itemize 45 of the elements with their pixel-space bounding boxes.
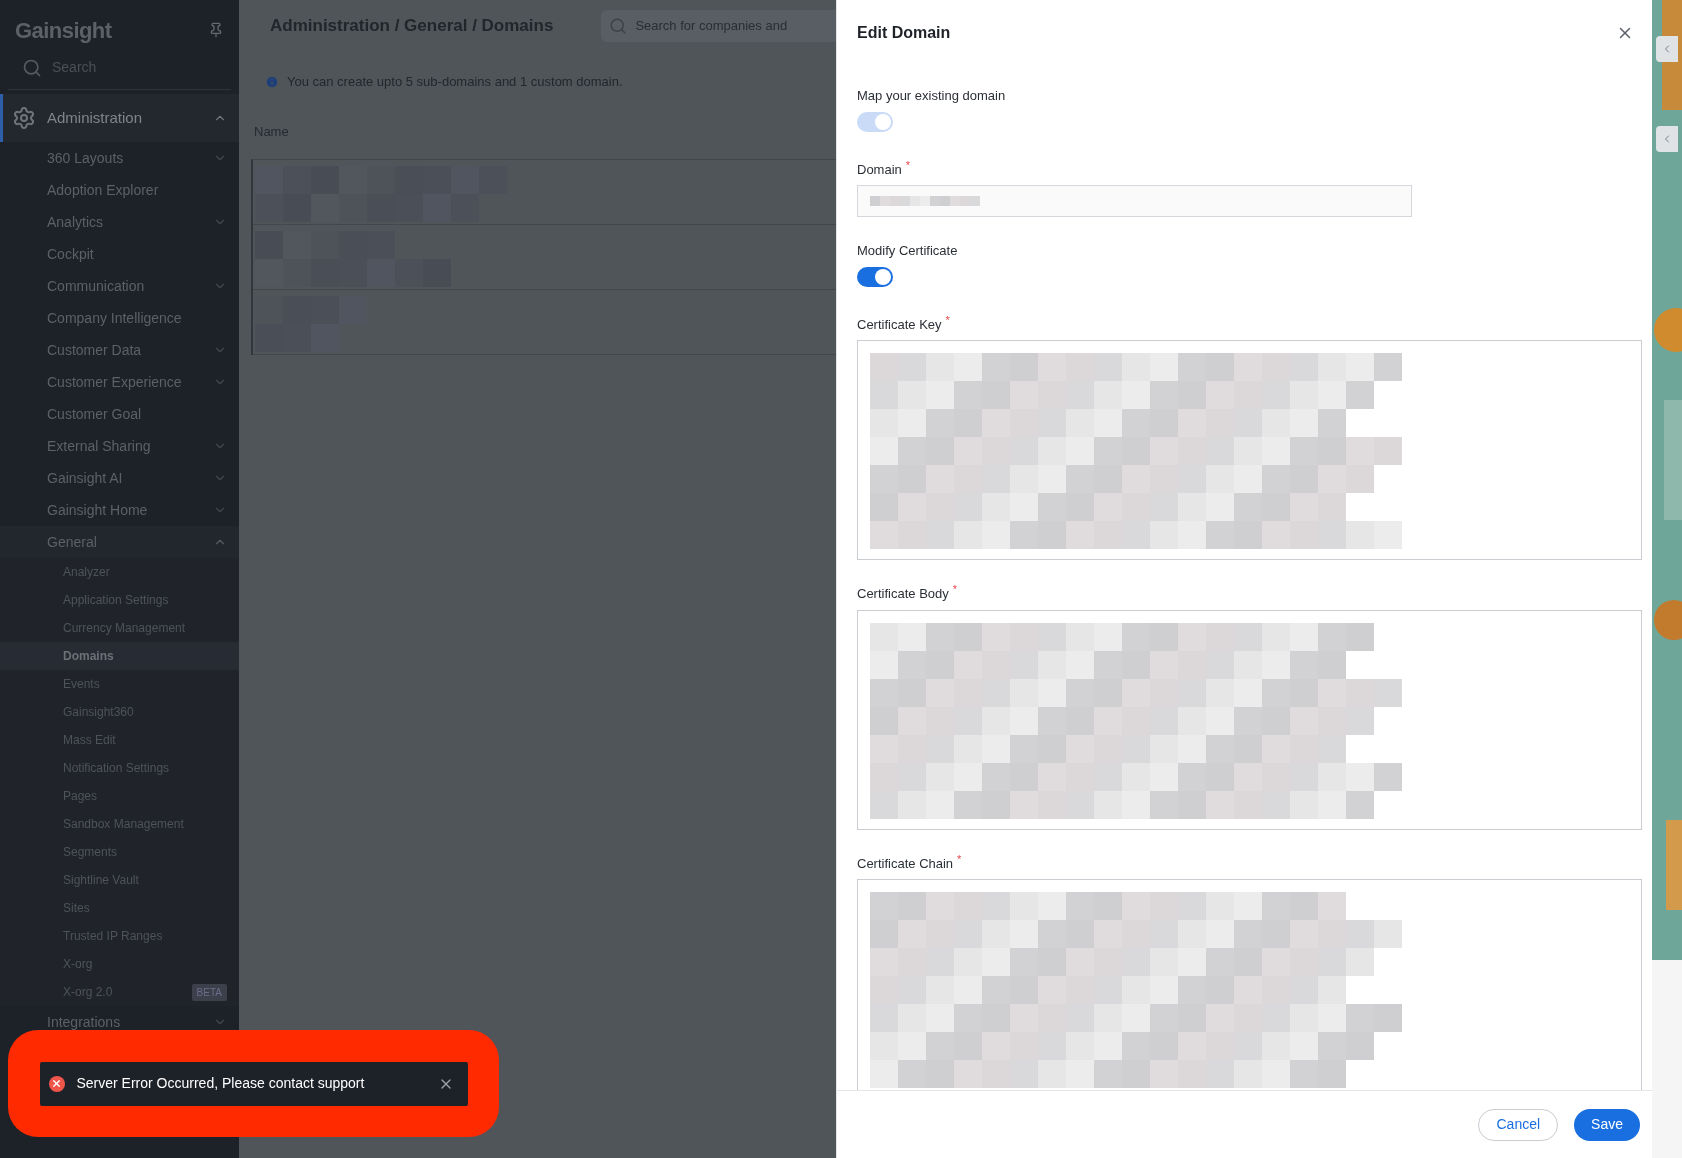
pin-icon[interactable] (208, 22, 224, 38)
search-icon (609, 17, 628, 35)
side-tab[interactable] (1656, 36, 1678, 62)
toast-message: Server Error Occurred, Please contact support (76, 1074, 366, 1093)
nav-item[interactable]: Cockpit (0, 238, 239, 270)
domain-input-field[interactable] (857, 185, 1412, 217)
nav-item[interactable]: Customer Experience (0, 366, 239, 398)
field-label: Modify Certificate (857, 242, 958, 260)
nav-item[interactable]: Gainsight AI (0, 462, 239, 494)
search-icon (22, 57, 42, 78)
required-asterisk: * (945, 314, 950, 326)
certificate-text-area[interactable] (857, 879, 1642, 1090)
nav-item[interactable]: General (0, 526, 239, 558)
required-asterisk: * (952, 584, 958, 595)
gear-icon (12, 106, 36, 130)
field-label: Certificate Chain (857, 854, 954, 873)
nav-item[interactable]: Adoption Explorer (0, 174, 239, 206)
field-label: Certificate Body (857, 585, 949, 603)
nav-item[interactable]: Integrations (0, 1006, 239, 1038)
field-label: Domain (857, 160, 902, 179)
required-asterisk: * (957, 853, 962, 865)
required-asterisk: * (905, 159, 911, 171)
save-button[interactable]: Save (1574, 1108, 1640, 1141)
panel-title: Edit Domain (857, 23, 951, 43)
beta-badge: BETA (191, 983, 227, 1001)
nav-item[interactable]: Company Intelligence (0, 302, 239, 334)
nav-item[interactable]: Customer Goal (0, 398, 239, 430)
certificate-text-area[interactable] (857, 609, 1642, 830)
field-label: Map your existing domain (857, 87, 1006, 105)
app-logo: Gainsight (15, 16, 112, 45)
section-label: Administration (47, 107, 144, 128)
info-icon (265, 74, 279, 89)
toggle-switch[interactable] (857, 266, 893, 287)
certificate-text-area[interactable] (857, 340, 1642, 560)
nav-item[interactable]: Analytics (0, 206, 239, 238)
field-label: Certificate Key (857, 315, 942, 334)
nav-item[interactable]: Customer Data (0, 334, 239, 366)
nav-item[interactable]: Gainsight Home (0, 494, 239, 526)
nav-item[interactable]: External Sharing (0, 430, 239, 462)
nav-subitem[interactable]: Domains (0, 642, 239, 670)
nav-item[interactable]: Communication (0, 270, 239, 302)
nav-item[interactable]: 360 Layouts (0, 142, 239, 174)
side-tab[interactable] (1656, 126, 1678, 152)
section-header[interactable]: Administration (0, 94, 239, 142)
error-icon (48, 1075, 65, 1092)
